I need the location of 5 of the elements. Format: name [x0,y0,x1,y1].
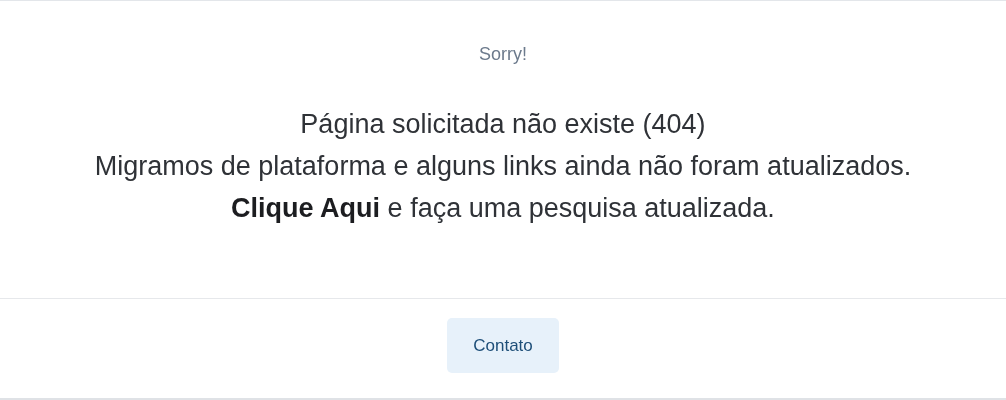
error-message-line: Migramos de plataforma e alguns links ainda não foram atualizados. [93,150,913,183]
sorry-heading: Sorry! [478,43,528,66]
contact-button[interactable]: Contato [447,318,559,373]
error-message-line: Clique Aqui e faça uma pesquisa atualizada. [230,192,776,225]
error-message-line: Página solicitada não existe (404) [299,108,707,141]
